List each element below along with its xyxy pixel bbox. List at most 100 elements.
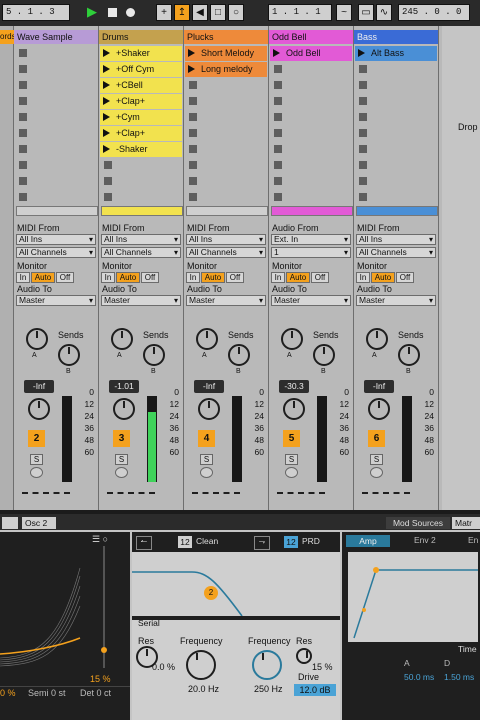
play-icon[interactable]: ▶ bbox=[84, 4, 100, 21]
stop-clip-icon[interactable] bbox=[19, 113, 27, 121]
track-activator-button[interactable]: 3 bbox=[113, 430, 130, 447]
clip-play-icon[interactable] bbox=[103, 81, 110, 89]
empty-clip-slot[interactable] bbox=[355, 158, 437, 172]
clip-slot[interactable]: Long melody bbox=[185, 62, 267, 77]
drive-value[interactable]: 12.0 dB bbox=[294, 684, 336, 696]
pan-knob[interactable] bbox=[368, 398, 390, 420]
tab-osc-2[interactable]: Osc 2 bbox=[22, 517, 56, 529]
stop-clip-icon[interactable] bbox=[274, 65, 282, 73]
filter1-shape-icon[interactable]: ↼ bbox=[136, 536, 152, 550]
empty-clip-slot[interactable] bbox=[355, 94, 437, 108]
stop-clip-icon[interactable] bbox=[189, 81, 197, 89]
empty-clip-slot[interactable] bbox=[270, 94, 352, 108]
crossfade-assign[interactable] bbox=[192, 492, 240, 497]
detune-value[interactable]: Det 0 ct bbox=[80, 688, 111, 698]
stop-clip-icon[interactable] bbox=[359, 81, 367, 89]
audio-to-select[interactable]: Master bbox=[271, 295, 351, 306]
stop-clip-icon[interactable] bbox=[104, 193, 112, 201]
empty-clip-slot[interactable] bbox=[355, 174, 437, 188]
input-select[interactable]: Ext. In bbox=[271, 234, 351, 245]
clip-slot[interactable]: +Cym bbox=[100, 110, 182, 125]
input-channel-select[interactable]: All Channels bbox=[186, 247, 266, 258]
send-b-knob[interactable] bbox=[58, 344, 80, 366]
add-icon[interactable]: + bbox=[156, 4, 172, 21]
stop-clip-icon[interactable] bbox=[274, 145, 282, 153]
stop-clip-icon[interactable] bbox=[189, 193, 197, 201]
filter2-shape-icon[interactable]: ⇁ bbox=[254, 536, 270, 550]
empty-clip-slot[interactable] bbox=[270, 158, 352, 172]
input-select[interactable]: All Ins bbox=[186, 234, 266, 245]
clip-play-icon[interactable] bbox=[103, 129, 110, 137]
empty-clip-slot[interactable] bbox=[15, 126, 97, 140]
send-a-knob[interactable] bbox=[281, 328, 303, 350]
send-b-knob[interactable] bbox=[398, 344, 420, 366]
mod-tab-env3[interactable]: En bbox=[468, 535, 478, 545]
clip-slot[interactable]: +Clap+ bbox=[100, 126, 182, 141]
input-channel-select[interactable]: All Channels bbox=[101, 247, 181, 258]
crossfade-assign[interactable] bbox=[362, 492, 410, 497]
stop-clip-icon[interactable] bbox=[359, 177, 367, 185]
draw-mode-icon[interactable]: ▭ bbox=[358, 4, 374, 21]
clip-play-icon[interactable] bbox=[103, 49, 110, 57]
volume-value[interactable]: -Inf bbox=[194, 380, 224, 393]
track-activator-button[interactable]: 2 bbox=[28, 430, 45, 447]
clip-slot[interactable]: Alt Bass bbox=[355, 46, 437, 61]
stop-clip-icon[interactable] bbox=[189, 177, 197, 185]
send-b-knob[interactable] bbox=[228, 344, 250, 366]
clip-slot[interactable]: +Off Cym bbox=[100, 62, 182, 77]
clip-play-icon[interactable] bbox=[188, 49, 195, 57]
track-activator-button[interactable]: 4 bbox=[198, 430, 215, 447]
arm-button-icon[interactable] bbox=[30, 467, 43, 478]
empty-clip-slot[interactable] bbox=[100, 158, 182, 172]
empty-clip-slot[interactable] bbox=[355, 110, 437, 124]
stop-clip-icon[interactable] bbox=[19, 145, 27, 153]
stop-clip-icon[interactable] bbox=[274, 113, 282, 121]
arm-button-icon[interactable] bbox=[285, 467, 298, 478]
res-value[interactable]: 0.0 % bbox=[152, 662, 175, 672]
decay-value[interactable]: 1.50 ms bbox=[444, 672, 474, 682]
audio-to-select[interactable]: Master bbox=[186, 295, 266, 306]
send-a-knob[interactable] bbox=[366, 328, 388, 350]
pan-knob[interactable] bbox=[283, 398, 305, 420]
arrangement-position-field[interactable]: 5 . 1 . 3 bbox=[2, 4, 70, 21]
filter2-slope[interactable]: 12 bbox=[284, 536, 298, 548]
track-title[interactable]: Wave Sample bbox=[14, 30, 98, 44]
empty-clip-slot[interactable] bbox=[185, 142, 267, 156]
solo-button[interactable]: S bbox=[30, 454, 43, 465]
send-a-knob[interactable] bbox=[196, 328, 218, 350]
monitor-auto-button[interactable]: Auto bbox=[31, 272, 55, 283]
res2-value[interactable]: 15 % bbox=[312, 662, 333, 672]
stop-icon[interactable] bbox=[104, 4, 120, 21]
arm-button-icon[interactable] bbox=[200, 467, 213, 478]
follow-icon[interactable]: ~ bbox=[336, 4, 352, 21]
clip-play-icon[interactable] bbox=[273, 49, 280, 57]
filter1-type[interactable]: Clean bbox=[196, 536, 218, 546]
audio-to-select[interactable]: Master bbox=[16, 295, 96, 306]
osc-level-value[interactable]: 0 % bbox=[0, 688, 16, 698]
send-a-knob[interactable] bbox=[26, 328, 48, 350]
empty-clip-slot[interactable] bbox=[355, 142, 437, 156]
empty-clip-slot[interactable] bbox=[15, 158, 97, 172]
stop-clip-icon[interactable] bbox=[189, 145, 197, 153]
frequency2-knob[interactable] bbox=[252, 650, 282, 680]
tab-matrix[interactable]: Matr bbox=[452, 517, 480, 529]
frequency2-value[interactable]: 250 Hz bbox=[254, 684, 283, 694]
empty-clip-slot[interactable] bbox=[15, 110, 97, 124]
monitor-auto-button[interactable]: Auto bbox=[286, 272, 310, 283]
filter-badge[interactable]: 2 bbox=[204, 586, 218, 600]
input-channel-select[interactable]: 1 bbox=[271, 247, 351, 258]
empty-clip-slot[interactable] bbox=[15, 78, 97, 92]
input-select[interactable]: All Ins bbox=[16, 234, 96, 245]
mod-tab-env2[interactable]: Env 2 bbox=[414, 535, 436, 545]
stop-clip-icon[interactable] bbox=[19, 193, 27, 201]
stop-clip-icon[interactable] bbox=[359, 113, 367, 121]
input-channel-select[interactable]: All Channels bbox=[16, 247, 96, 258]
solo-button[interactable]: S bbox=[370, 454, 383, 465]
empty-clip-slot[interactable] bbox=[270, 78, 352, 92]
stop-clip-icon[interactable] bbox=[189, 97, 197, 105]
stop-clip-icon[interactable] bbox=[274, 193, 282, 201]
crossfade-assign[interactable] bbox=[107, 492, 155, 497]
frequency-knob[interactable] bbox=[186, 650, 216, 680]
arm-button-icon[interactable] bbox=[370, 467, 383, 478]
crossfade-assign[interactable] bbox=[277, 492, 325, 497]
